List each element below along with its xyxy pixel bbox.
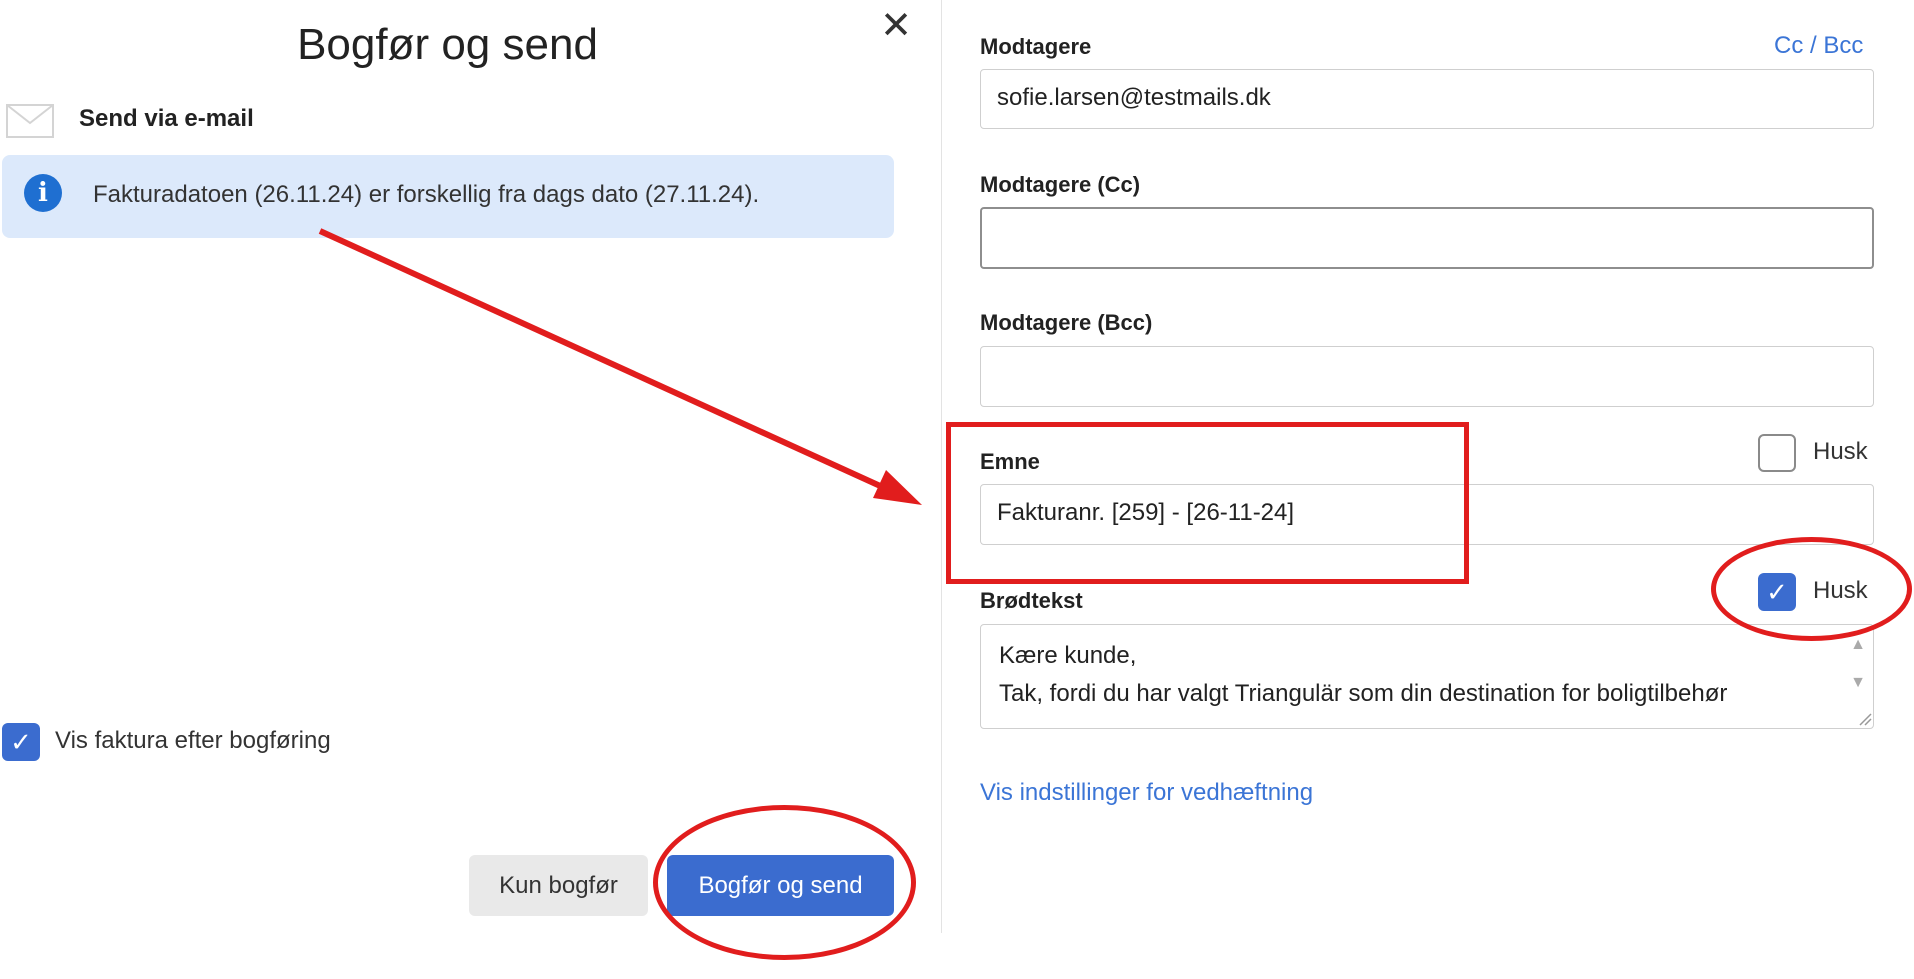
scroll-down-arrow-icon[interactable]: ▼: [1850, 675, 1866, 691]
date-warning-alert: i Fakturadatoen (26.11.24) er forskellig…: [2, 155, 894, 238]
scroll-up-arrow-icon[interactable]: ▲: [1850, 637, 1866, 653]
remember-highlight-circle: [1711, 537, 1912, 641]
subject-highlight-box: [946, 422, 1469, 584]
send-via-email-label: Send via e-mail: [79, 105, 254, 132]
info-icon: i: [24, 174, 62, 212]
remember-subject-checkbox[interactable]: [1758, 434, 1796, 472]
attachment-settings-link[interactable]: Vis indstillinger for vedhæftning: [980, 779, 1313, 807]
show-invoice-label[interactable]: Vis faktura efter bogføring: [55, 727, 331, 755]
body-line: Kære kunde,: [999, 642, 1137, 669]
show-invoice-checkbox[interactable]: ✓: [2, 723, 40, 761]
post-only-button[interactable]: Kun bogfør: [469, 855, 648, 916]
cc-label: Modtagere (Cc): [980, 172, 1141, 197]
cc-bcc-link[interactable]: Cc / Bcc: [1774, 32, 1863, 60]
recipients-label: Modtagere: [980, 34, 1092, 59]
bcc-label: Modtagere (Bcc): [980, 310, 1153, 335]
resize-handle-icon[interactable]: [1858, 712, 1872, 726]
body-textarea[interactable]: Kære kunde, Tak, fordi du har valgt Tria…: [980, 624, 1874, 729]
cc-input[interactable]: [980, 207, 1874, 269]
bcc-input[interactable]: [980, 346, 1874, 407]
send-button-highlight-circle: [653, 805, 916, 960]
date-warning-text: Fakturadatoen (26.11.24) er forskellig f…: [93, 181, 760, 208]
remember-subject-label[interactable]: Husk: [1813, 438, 1868, 466]
recipients-input[interactable]: sofie.larsen@testmails.dk: [980, 69, 1874, 129]
body-line: Tak, fordi du har valgt Triangulär som d…: [999, 680, 1728, 707]
column-divider: [941, 0, 942, 933]
mail-icon: [6, 104, 54, 138]
dialog-title: Bogfør og send: [297, 20, 598, 69]
body-label: Brødtekst: [980, 588, 1083, 613]
